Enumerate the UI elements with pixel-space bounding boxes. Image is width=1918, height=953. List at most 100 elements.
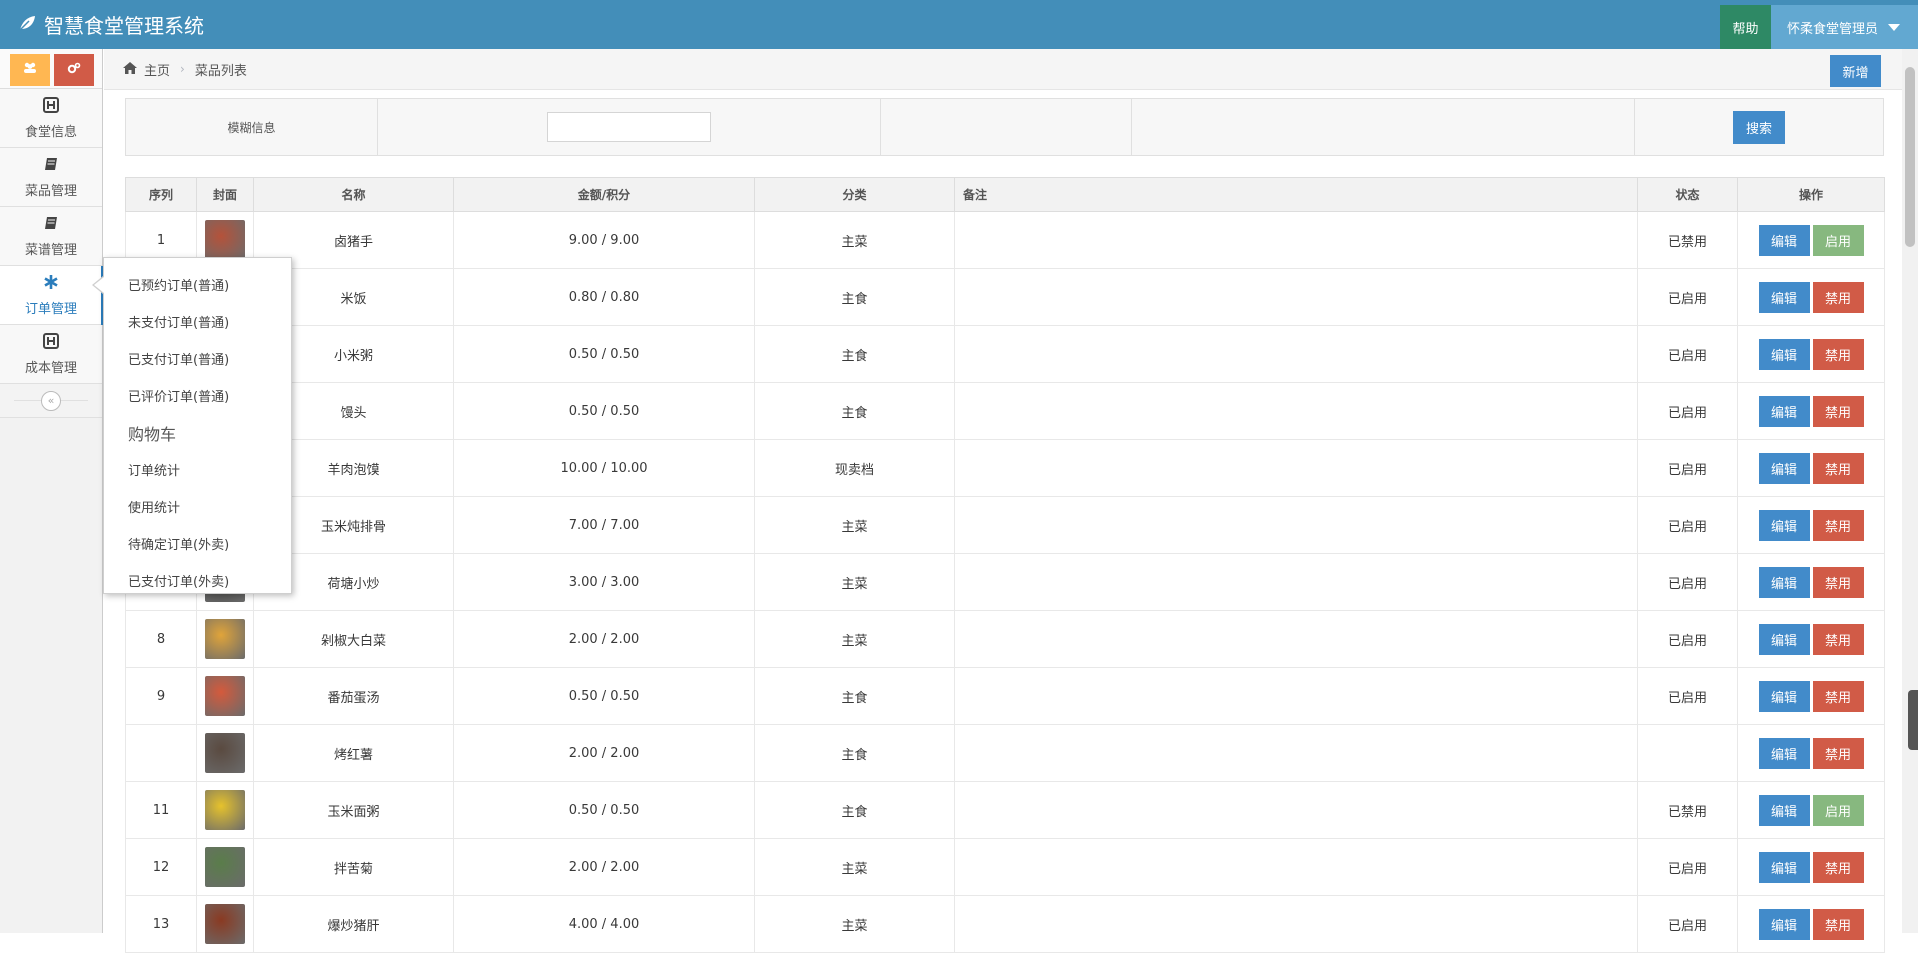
disable-button[interactable]: 禁用 — [1812, 509, 1864, 541]
help-button[interactable]: 帮助 — [1720, 5, 1771, 49]
table-row: 荷塘小炒 3.00 / 3.00 主菜 已启用 编辑 禁用 — [125, 553, 1885, 611]
col-header-category: 分类 — [754, 177, 955, 212]
double-angle-left-icon[interactable]: « — [41, 390, 61, 411]
sidebar-shortcuts — [0, 49, 102, 89]
submenu-item[interactable]: 未支付订单(普通) — [104, 305, 291, 342]
sidebar-item-menu-manage[interactable]: 菜谱管理 — [0, 207, 102, 266]
edit-button[interactable]: 编辑 — [1758, 281, 1810, 313]
cell-price: 4.00 / 4.00 — [453, 895, 755, 953]
submenu-heading[interactable]: 购物车 — [104, 416, 291, 453]
col-header-note: 备注 — [954, 177, 1638, 212]
cell-actions: 编辑 禁用 — [1737, 895, 1885, 953]
cell-note — [954, 496, 1638, 554]
book-icon — [43, 215, 59, 237]
edit-button[interactable]: 编辑 — [1758, 794, 1810, 826]
shortcut-settings-button[interactable] — [54, 54, 94, 86]
cell-status: 已启用 — [1637, 496, 1738, 554]
add-dish-button[interactable]: 新增 — [1830, 55, 1881, 87]
disable-button[interactable]: 禁用 — [1812, 851, 1864, 883]
scrollbar-thumb[interactable] — [1905, 67, 1915, 247]
disable-button[interactable]: 禁用 — [1812, 623, 1864, 655]
edit-button[interactable]: 编辑 — [1758, 224, 1810, 256]
cell-category: 现卖档 — [754, 439, 955, 497]
cell-cover — [196, 724, 254, 782]
cell-actions: 编辑 禁用 — [1737, 496, 1885, 554]
cell-price: 2.00 / 2.00 — [453, 838, 755, 896]
cell-price: 7.00 / 7.00 — [453, 496, 755, 554]
cell-actions: 编辑 禁用 — [1737, 667, 1885, 725]
page-scrollbar[interactable] — [1902, 49, 1918, 933]
sidebar-item-cost-manage[interactable]: 成本管理 — [0, 325, 102, 384]
edit-button[interactable]: 编辑 — [1758, 395, 1810, 427]
sidebar: 食堂信息 菜品管理 菜谱管理 订单管理 成本管理 « — [0, 49, 103, 933]
enable-button[interactable]: 启用 — [1812, 224, 1864, 256]
table-row: 12 拌苦菊 2.00 / 2.00 主菜 已启用 编辑 禁用 — [125, 838, 1885, 896]
sidebar-item-order-manage[interactable]: 订单管理 — [0, 266, 103, 325]
sidebar-item-label: 食堂信息 — [24, 124, 77, 140]
search-button[interactable]: 搜索 — [1733, 110, 1785, 144]
search-panel: 模糊信息 搜索 — [125, 98, 1884, 156]
cell-actions: 编辑 启用 — [1737, 781, 1885, 839]
disable-button[interactable]: 禁用 — [1812, 395, 1864, 427]
sidebar-item-dish-manage[interactable]: 菜品管理 — [0, 148, 102, 207]
edit-button[interactable]: 编辑 — [1758, 338, 1810, 370]
col-header-price: 金额/积分 — [453, 177, 755, 212]
disable-button[interactable]: 禁用 — [1812, 566, 1864, 598]
cell-status: 已启用 — [1637, 325, 1738, 383]
disable-button[interactable]: 禁用 — [1812, 908, 1864, 940]
submenu-arrow-inner — [94, 277, 104, 293]
sidebar-item-canteen-info[interactable]: 食堂信息 — [0, 89, 102, 148]
submenu-item[interactable]: 已评价订单(普通) — [104, 379, 291, 416]
submenu-item[interactable]: 已支付订单(普通) — [104, 342, 291, 379]
cell-price: 9.00 / 9.00 — [453, 211, 755, 269]
table-row: 11 玉米面粥 0.50 / 0.50 主食 已禁用 编辑 启用 — [125, 781, 1885, 839]
cell-actions: 编辑 禁用 — [1737, 268, 1885, 326]
disable-button[interactable]: 禁用 — [1812, 338, 1864, 370]
edit-button[interactable]: 编辑 — [1758, 737, 1810, 769]
cell-status: 已启用 — [1637, 838, 1738, 896]
cell-status: 已启用 — [1637, 382, 1738, 440]
cell-actions: 编辑 禁用 — [1737, 838, 1885, 896]
users-icon — [23, 62, 37, 78]
submenu-item[interactable]: 使用统计 — [104, 490, 291, 527]
user-name: 怀柔食堂管理员 — [1787, 21, 1879, 37]
sidebar-item-label: 订单管理 — [24, 301, 77, 317]
cell-category: 主食 — [754, 781, 955, 839]
user-menu[interactable]: 怀柔食堂管理员 — [1771, 5, 1918, 49]
cell-category: 主菜 — [754, 553, 955, 611]
edit-button[interactable]: 编辑 — [1758, 509, 1810, 541]
cell-name: 爆炒猪肝 — [253, 895, 454, 953]
edit-button[interactable]: 编辑 — [1758, 680, 1810, 712]
edit-button[interactable]: 编辑 — [1758, 623, 1810, 655]
brand[interactable]: 智慧食堂管理系统 — [18, 0, 204, 49]
table-row: 8 剁椒大白菜 2.00 / 2.00 主菜 已启用 编辑 禁用 — [125, 610, 1885, 668]
submenu-item[interactable]: 订单统计 — [104, 453, 291, 490]
submenu-item[interactable]: 已预约订单(普通) — [104, 268, 291, 305]
cell-note — [954, 610, 1638, 668]
enable-button[interactable]: 启用 — [1812, 794, 1864, 826]
cell-cover — [196, 610, 254, 668]
floating-side-widget[interactable] — [1908, 690, 1918, 750]
disable-button[interactable]: 禁用 — [1812, 680, 1864, 712]
cell-category: 主菜 — [754, 211, 955, 269]
cell-category: 主食 — [754, 268, 955, 326]
submenu-item[interactable]: 待确定订单(外卖) — [104, 527, 291, 564]
dish-cover-image — [205, 220, 245, 260]
edit-button[interactable]: 编辑 — [1758, 851, 1810, 883]
breadcrumb-current: 菜品列表 — [194, 63, 247, 79]
edit-button[interactable]: 编辑 — [1758, 452, 1810, 484]
shortcut-users-button[interactable] — [10, 54, 50, 86]
disable-button[interactable]: 禁用 — [1812, 737, 1864, 769]
search-input[interactable] — [547, 112, 711, 142]
search-label-cell: 模糊信息 — [126, 99, 378, 155]
disable-button[interactable]: 禁用 — [1812, 452, 1864, 484]
breadcrumb-home-link[interactable]: 主页 — [144, 60, 170, 79]
edit-button[interactable]: 编辑 — [1758, 908, 1810, 940]
disable-button[interactable]: 禁用 — [1812, 281, 1864, 313]
cell-note — [954, 895, 1638, 953]
cell-category: 主菜 — [754, 610, 955, 668]
cell-name: 番茄蛋汤 — [253, 667, 454, 725]
edit-button[interactable]: 编辑 — [1758, 566, 1810, 598]
cell-note — [954, 211, 1638, 269]
submenu-item[interactable]: 已支付订单(外卖) — [104, 564, 291, 601]
